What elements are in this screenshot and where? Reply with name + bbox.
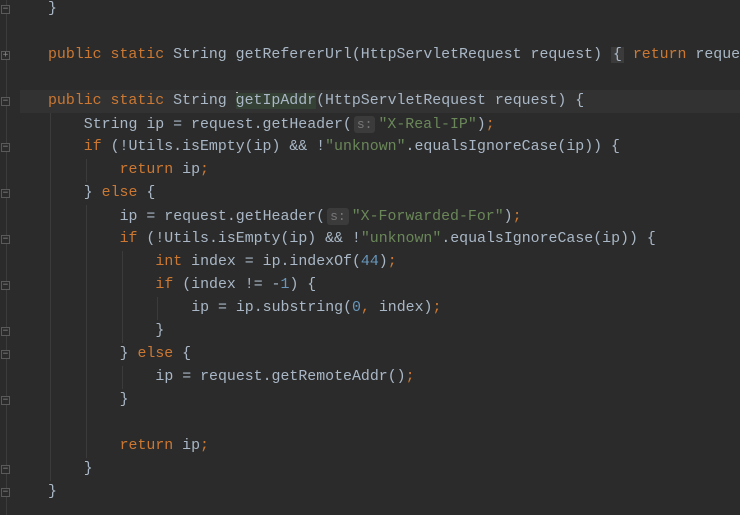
code-line[interactable]: }	[48, 481, 57, 504]
code-token: 44	[360, 254, 379, 270]
code-line[interactable]: if (index != -1) {	[155, 274, 316, 297]
indent-guide	[85, 205, 87, 458]
parameter-hint: s:	[353, 116, 376, 133]
indent-guide	[85, 159, 87, 182]
code-line[interactable]: if (!Utils.isEmpty(ip) && !"unknown".equ…	[120, 228, 656, 251]
code-token: ;	[405, 369, 415, 385]
code-token: }	[48, 1, 57, 17]
parameter-hint: s:	[327, 208, 349, 225]
code-token: )	[476, 117, 486, 133]
code-token: (!Utils.isEmpty(ip) && !	[146, 231, 361, 247]
code-token: ;	[432, 300, 442, 316]
code-token: ;	[512, 209, 522, 225]
code-token: public static	[48, 93, 174, 109]
code-token: ,	[360, 300, 379, 316]
code-line[interactable]: ip = request.getRemoteAddr();	[155, 366, 414, 389]
indent-guide	[121, 366, 123, 389]
code-token: ip	[182, 162, 201, 178]
code-line[interactable]: } else {	[120, 343, 192, 366]
code-token: if	[155, 277, 183, 293]
code-token: ip = ip.substring(	[191, 300, 353, 316]
code-token: "unknown"	[325, 139, 406, 155]
code-token: return	[119, 162, 183, 178]
code-token: }	[119, 392, 129, 408]
code-token: String getRefererUrl(HttpServletRequest …	[173, 47, 611, 63]
code-line[interactable]: int index = ip.indexOf(44);	[155, 251, 396, 274]
code-token: index)	[378, 300, 433, 316]
code-token: }	[48, 484, 57, 500]
code-token: }	[83, 185, 102, 201]
code-line[interactable]: } else {	[84, 182, 156, 205]
code-token: ip = request.getRemoteAddr()	[155, 369, 406, 385]
indent-guide	[50, 113, 51, 481]
code-line[interactable]: String ip = request.getHeader(s: "X-Real-…	[84, 113, 495, 136]
code-token: int	[155, 254, 192, 270]
code-line[interactable]: }	[84, 458, 93, 481]
code-token: (HttpServletRequest request) {	[316, 93, 585, 109]
code-token: .equalsIgnoreCase(ip)) {	[441, 231, 656, 247]
code-editor[interactable]: } public static String getRefererUrl(Http…	[0, 0, 740, 515]
code-token: ;	[200, 438, 209, 454]
code-token: if	[83, 139, 111, 155]
folded-code-block[interactable]: {	[610, 47, 624, 63]
code-line[interactable]: }	[155, 320, 164, 343]
code-token: ;	[485, 117, 495, 133]
code-token: else	[137, 346, 183, 362]
code-token: "X-Real-IP"	[378, 117, 477, 133]
highlighted-identifier: getIpAddr	[235, 93, 317, 109]
indent-guide	[157, 297, 159, 320]
code-line[interactable]: if (!Utils.isEmpty(ip) && !"unknown".equ…	[84, 136, 620, 159]
code-token: return	[119, 438, 183, 454]
code-line[interactable]: public static String getRefererUrl(HttpS…	[48, 44, 740, 67]
code-token: ip	[182, 438, 201, 454]
code-token: {	[146, 185, 156, 201]
code-line[interactable]: ip = request.getHeader(s: "X-Forwarded-Fo…	[120, 205, 522, 228]
code-token: {	[182, 346, 192, 362]
code-token: ) {	[289, 277, 317, 293]
code-token: (!Utils.isEmpty(ip) && !	[110, 139, 326, 155]
code-token: (index != -	[182, 277, 281, 293]
code-token: )	[378, 254, 388, 270]
code-token: }	[155, 323, 165, 339]
code-line[interactable]: }	[48, 0, 57, 21]
code-token: ;	[387, 254, 397, 270]
code-token: return	[632, 47, 696, 63]
code-token: "X-Forwarded-For"	[351, 209, 504, 225]
code-token: String ip = request.getHeader(	[83, 117, 352, 133]
code-token: .equalsIgnoreCase(ip)) {	[405, 139, 620, 155]
code-line[interactable]: return ip;	[120, 435, 209, 458]
code-token: "unknown"	[360, 231, 442, 247]
indent-guide	[121, 251, 123, 343]
code-token: public static	[48, 47, 174, 63]
code-token: reque	[695, 47, 740, 63]
code-line[interactable]: }	[120, 389, 129, 412]
code-token: String	[173, 93, 236, 109]
code-token: else	[101, 185, 147, 201]
code-token: )	[503, 209, 513, 225]
code-line[interactable]: ip = ip.substring(0, index);	[191, 297, 441, 320]
code-token: 0	[352, 300, 361, 316]
code-token: }	[119, 346, 138, 362]
code-token: if	[119, 231, 147, 247]
code-token: }	[83, 461, 93, 477]
code-token: ;	[200, 162, 209, 178]
code-token: ip = request.getHeader(	[119, 209, 326, 225]
code-line[interactable]: return ip;	[120, 159, 209, 182]
code-token: index = ip.indexOf(	[191, 254, 361, 270]
code-line[interactable]: public static String getIpAddr(HttpServl…	[48, 90, 584, 113]
